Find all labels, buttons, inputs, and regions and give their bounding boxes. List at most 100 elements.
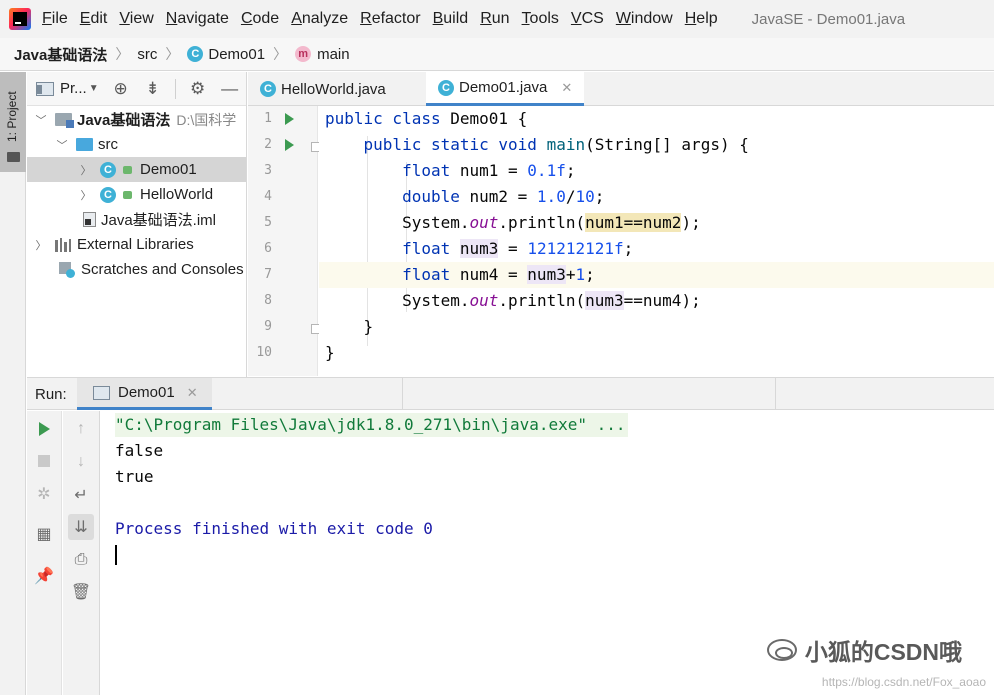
menu-window[interactable]: Window — [610, 10, 679, 28]
console-icon — [93, 385, 110, 400]
code-line: } — [325, 343, 335, 362]
collapse-icon[interactable]: ⇟ — [143, 79, 163, 99]
breadcrumb-separator: 〉 — [115, 46, 130, 62]
close-icon[interactable]: ✕ — [561, 80, 572, 96]
menu-analyze[interactable]: Analyze — [285, 10, 354, 28]
lock-icon — [123, 165, 132, 174]
stop-icon — [38, 455, 50, 467]
tab-demo01-java[interactable]: C Demo01.java ✕ — [426, 72, 584, 106]
code-editor[interactable]: public class Demo01 { public static void… — [319, 106, 994, 376]
project-panel-header: Pr... ▼ ⊕ ⇟ ⚙ — — [27, 72, 246, 106]
layout-button[interactable]: ▦ — [31, 521, 57, 547]
tree-item-label: Java基础语法.iml — [101, 212, 217, 229]
console-output-line: false — [115, 441, 164, 460]
menu-file[interactable]: File — [36, 10, 74, 28]
scratches-icon — [59, 261, 75, 278]
project-tool-window-label: 1: Project — [5, 91, 19, 142]
breadcrumb-method[interactable]: m main — [295, 46, 350, 63]
breadcrumb: Java基础语法 〉 src 〉 C Demo01 〉 m main — [0, 38, 994, 71]
soft-wrap-button[interactable]: ↵ — [68, 482, 94, 508]
print-button[interactable]: ⎙ — [68, 547, 94, 573]
minimize-icon[interactable]: — — [220, 79, 240, 99]
tab-helloworld-java[interactable]: C HelloWorld.java — [248, 72, 423, 106]
rerun-button[interactable] — [31, 416, 57, 442]
tree-item-external-libraries[interactable]: 〉 External Libraries — [27, 232, 246, 257]
chevron-down-icon[interactable]: ﹀ — [56, 137, 68, 153]
menu-help[interactable]: Help — [679, 10, 724, 28]
tree-item-path: D:\国科学 — [176, 111, 237, 128]
breadcrumb-src[interactable]: src — [137, 46, 157, 63]
settings-gear-icon[interactable]: ⚙ — [188, 79, 208, 99]
chevron-right-icon[interactable]: 〉 — [35, 237, 47, 253]
chevron-down-icon[interactable]: ▼ — [89, 83, 99, 94]
class-icon: C — [100, 186, 116, 203]
menu-code[interactable]: Code — [235, 10, 285, 28]
class-icon: C — [100, 161, 116, 178]
up-arrow-icon: ↑ — [77, 420, 85, 437]
menu-refactor[interactable]: Refactor — [354, 10, 426, 28]
chevron-right-icon[interactable]: 〉 — [80, 162, 92, 178]
project-tool-window-tab[interactable]: 1: Project — [0, 72, 26, 172]
tree-item-scratches[interactable]: Scratches and Consoles — [27, 257, 246, 282]
class-icon: C — [187, 46, 204, 62]
code-line: public class Demo01 { — [325, 109, 528, 128]
menu-navigate[interactable]: Navigate — [160, 10, 235, 28]
code-line: double num2 = 1.0/10; — [402, 187, 605, 206]
scroll-up-button[interactable]: ↑ — [68, 416, 94, 442]
scroll-down-button[interactable]: ↓ — [68, 449, 94, 475]
tab-label: HelloWorld.java — [281, 80, 386, 98]
code-line-current: float num4 = num3+1; — [319, 262, 994, 288]
text-caret — [115, 545, 117, 565]
debug-button[interactable]: ✲ — [31, 481, 57, 507]
menu-edit[interactable]: Edit — [74, 10, 114, 28]
editor-gutter: 1 2 3 4 5 6 7 8 9 10 — [248, 106, 321, 376]
tree-item-src[interactable]: ﹀ src — [27, 132, 246, 157]
pin-button[interactable]: 📌 — [31, 563, 57, 589]
print-icon: ⎙ — [74, 551, 88, 568]
menu-vcs[interactable]: VCS — [565, 10, 610, 28]
console-output-line: true — [115, 467, 154, 486]
line-number: 3 — [264, 163, 272, 178]
tree-item-iml[interactable]: Java基础语法.iml — [27, 207, 246, 232]
project-panel: Pr... ▼ ⊕ ⇟ ⚙ — ﹀ Java基础语法 D:\国科学 ﹀ src … — [27, 72, 247, 377]
run-class-gutter-icon[interactable] — [285, 113, 294, 125]
watermark-url: https://blog.csdn.net/Fox_aoao — [821, 675, 986, 689]
tree-item-helloworld[interactable]: 〉 C HelloWorld — [27, 182, 246, 207]
code-line: System.out.println(num1==num2); — [402, 213, 701, 232]
line-number: 1 — [264, 111, 272, 126]
chevron-down-icon[interactable]: ﹀ — [35, 112, 47, 128]
tree-item-label: Java基础语法 — [77, 112, 171, 129]
run-main-gutter-icon[interactable] — [285, 139, 294, 151]
divider — [174, 78, 176, 99]
line-number: 7 — [264, 267, 272, 282]
folder-icon — [7, 152, 20, 162]
scroll-to-end-button[interactable]: ⇊ — [68, 514, 94, 540]
menu-view[interactable]: View — [113, 10, 159, 28]
run-tab-demo01[interactable]: Demo01 ✕ — [77, 378, 212, 410]
intellij-logo-icon[interactable] — [9, 8, 31, 30]
layout-icon: ▦ — [36, 526, 52, 543]
chevron-right-icon[interactable]: 〉 — [80, 187, 92, 203]
run-toolbar-secondary: ↑ ↓ ↵ ⇊ ⎙ 🗑 — [63, 411, 100, 695]
project-view-selector[interactable]: Pr... — [60, 80, 87, 97]
menu-bar: File Edit View Navigate Code Analyze Ref… — [0, 0, 994, 38]
down-arrow-icon: ↓ — [77, 453, 85, 470]
stop-button[interactable] — [31, 448, 57, 474]
clear-console-button[interactable]: 🗑 — [68, 579, 94, 605]
pin-icon: 📌 — [34, 568, 54, 585]
code-line: public static void main(String[] args) { — [363, 135, 749, 154]
breadcrumb-project[interactable]: Java基础语法 — [14, 44, 107, 65]
tree-item-label: src — [98, 136, 118, 153]
tree-item-project-root[interactable]: ﹀ Java基础语法 D:\国科学 — [27, 107, 246, 132]
menu-run[interactable]: Run — [474, 10, 515, 28]
locate-icon[interactable]: ⊕ — [111, 79, 131, 99]
class-icon: C — [260, 81, 276, 97]
close-icon[interactable]: ✕ — [187, 385, 198, 401]
tree-item-demo01[interactable]: 〉 C Demo01 — [27, 157, 246, 182]
breadcrumb-class[interactable]: C Demo01 — [187, 46, 265, 63]
menu-build[interactable]: Build — [427, 10, 475, 28]
line-number: 6 — [264, 241, 272, 256]
line-number: 8 — [264, 293, 272, 308]
editor-tab-bar: C HelloWorld.java C Demo01.java ✕ — [248, 72, 994, 106]
menu-tools[interactable]: Tools — [516, 10, 565, 28]
